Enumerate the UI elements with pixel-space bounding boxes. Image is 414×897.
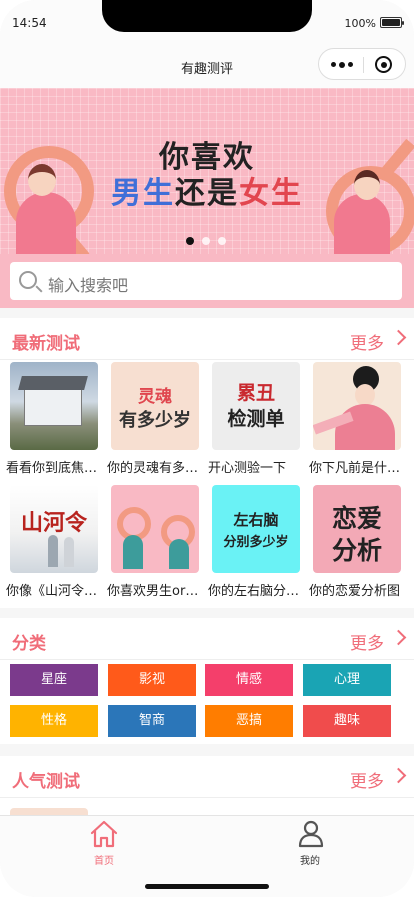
phone-screen: 14:54 100% 有趣测评 你喜欢 男生还是女生 输入搜索吧 最新测试 更多… bbox=[0, 0, 414, 897]
category-constellation[interactable]: 星座 bbox=[10, 664, 98, 696]
category-psychology[interactable]: 心理 bbox=[303, 664, 391, 696]
tab-mine[interactable]: 我的 bbox=[250, 816, 370, 876]
thumbnail-text: 累丑 bbox=[236, 382, 275, 404]
navigation-bar: 有趣测评 bbox=[0, 44, 414, 88]
category-personality[interactable]: 性格 bbox=[10, 705, 98, 737]
thumbnail-text: 检测单 bbox=[227, 408, 285, 430]
test-card-title: 你的左右脑分别多少岁 bbox=[208, 584, 306, 599]
test-thumbnail-love-analysis: 恋爱 分析 bbox=[313, 485, 401, 573]
search-icon bbox=[19, 271, 37, 289]
carousel-indicator bbox=[186, 237, 232, 247]
carousel-dot[interactable] bbox=[186, 237, 194, 245]
test-thumbnail-ugly-checklist: 累丑 检测单 bbox=[212, 362, 300, 450]
category-film[interactable]: 影视 bbox=[108, 664, 196, 696]
search-placeholder: 输入搜索吧 bbox=[48, 276, 129, 295]
banner-girl-text: 女生 bbox=[239, 176, 303, 211]
popular-tests-header: 人气测试 更多 bbox=[0, 756, 414, 798]
thumbnail-text: 有多少岁 bbox=[119, 410, 191, 431]
test-card-title: 你像《山河令》里的谁 bbox=[6, 584, 104, 599]
thumbnail-text: 恋爱 bbox=[331, 504, 382, 533]
tab-home-label: 首页 bbox=[94, 856, 114, 867]
test-thumbnail-villa bbox=[10, 362, 98, 450]
test-thumbnail-left-right-brain: 左右脑 分别多少岁 bbox=[212, 485, 300, 573]
banner-boy-text: 男生 bbox=[111, 176, 175, 211]
test-thumbnail-shanhe: 山河令 bbox=[10, 485, 98, 573]
category-fun[interactable]: 趣味 bbox=[303, 705, 391, 737]
chevron-right-icon[interactable] bbox=[390, 629, 407, 646]
test-card-title: 你喜欢男生or女生 bbox=[107, 584, 205, 599]
chevron-right-icon[interactable] bbox=[390, 767, 407, 784]
latest-tests-header: 最新测试 更多 bbox=[0, 318, 414, 360]
home-indicator bbox=[145, 884, 269, 889]
miniprogram-capsule bbox=[318, 48, 406, 80]
close-miniprogram-icon[interactable] bbox=[375, 56, 392, 73]
thumbnail-text: 山河令 bbox=[20, 510, 87, 536]
test-card[interactable]: 左右脑 分别多少岁 你的左右脑分别多少岁 bbox=[202, 485, 306, 605]
latest-tests-section: 最新测试 更多 看看你到底焦虑吗 灵魂 有多少岁 你的灵魂有多少岁 累丑 检测单… bbox=[0, 318, 414, 608]
thumbnail-text: 分别多少岁 bbox=[223, 535, 289, 550]
banner-title-line2: 男生还是女生 bbox=[0, 168, 414, 212]
battery-percent: 100% bbox=[344, 17, 376, 30]
capsule-divider bbox=[363, 57, 364, 73]
home-icon bbox=[90, 820, 118, 848]
category-prank[interactable]: 恶搞 bbox=[205, 705, 293, 737]
test-card[interactable]: 你下凡前是什么神仙 bbox=[303, 362, 407, 482]
search-input[interactable]: 输入搜索吧 bbox=[10, 262, 402, 300]
categories-header: 分类 更多 bbox=[0, 618, 414, 660]
more-options-icon[interactable] bbox=[331, 61, 353, 68]
banner-or-text: 还是 bbox=[175, 176, 239, 211]
thumbnail-text: 分析 bbox=[331, 536, 382, 565]
test-card-title: 你的灵魂有多少岁 bbox=[107, 461, 205, 476]
status-time: 14:54 bbox=[12, 16, 47, 30]
tab-home[interactable]: 首页 bbox=[44, 816, 164, 876]
status-bar: 14:54 100% bbox=[0, 0, 414, 44]
test-card-title: 你下凡前是什么神仙 bbox=[309, 461, 407, 476]
test-card[interactable]: 恋爱 分析 你的恋爱分析图 bbox=[303, 485, 404, 605]
user-icon bbox=[298, 820, 324, 848]
test-card-title: 看看你到底焦虑吗 bbox=[6, 461, 104, 476]
category-iq[interactable]: 智商 bbox=[108, 705, 196, 737]
tab-bar: 首页 我的 bbox=[0, 815, 414, 897]
popular-tests-title: 人气测试 bbox=[12, 772, 80, 792]
notch bbox=[102, 0, 312, 32]
test-thumbnail-fairy bbox=[313, 362, 401, 450]
banner-carousel[interactable]: 你喜欢 男生还是女生 bbox=[0, 88, 414, 254]
latest-more-link[interactable]: 更多 bbox=[350, 329, 384, 354]
carousel-dot[interactable] bbox=[202, 237, 210, 245]
popular-more-link[interactable]: 更多 bbox=[350, 767, 384, 792]
categories-title: 分类 bbox=[12, 634, 46, 654]
category-emotion[interactable]: 情感 bbox=[205, 664, 293, 696]
test-card[interactable]: 看看你到底焦虑吗 bbox=[0, 362, 104, 482]
test-card[interactable]: 你喜欢男生or女生 bbox=[101, 485, 205, 605]
categories-section: 分类 更多 星座 影视 情感 心理 性格 智商 恶搞 趣味 bbox=[0, 618, 414, 744]
thumbnail-text: 灵魂 bbox=[138, 387, 172, 407]
test-card[interactable]: 山河令 你像《山河令》里的谁 bbox=[0, 485, 104, 605]
categories-more-link[interactable]: 更多 bbox=[350, 629, 384, 654]
search-area: 输入搜索吧 bbox=[0, 254, 414, 308]
test-card[interactable]: 累丑 检测单 开心测验一下 bbox=[202, 362, 303, 482]
test-thumbnail-boy-or-girl bbox=[111, 485, 199, 573]
test-card-title: 你的恋爱分析图 bbox=[309, 584, 401, 599]
test-thumbnail-soul-age: 灵魂 有多少岁 bbox=[111, 362, 199, 450]
chevron-right-icon[interactable] bbox=[390, 329, 407, 346]
thumbnail-text: 左右脑 bbox=[233, 511, 279, 529]
test-card-title: 开心测验一下 bbox=[208, 461, 287, 476]
tab-mine-label: 我的 bbox=[300, 856, 320, 867]
carousel-dot[interactable] bbox=[218, 237, 226, 245]
battery-icon bbox=[380, 17, 404, 28]
latest-tests-title: 最新测试 bbox=[12, 334, 80, 354]
test-card[interactable]: 灵魂 有多少岁 你的灵魂有多少岁 bbox=[101, 362, 205, 482]
